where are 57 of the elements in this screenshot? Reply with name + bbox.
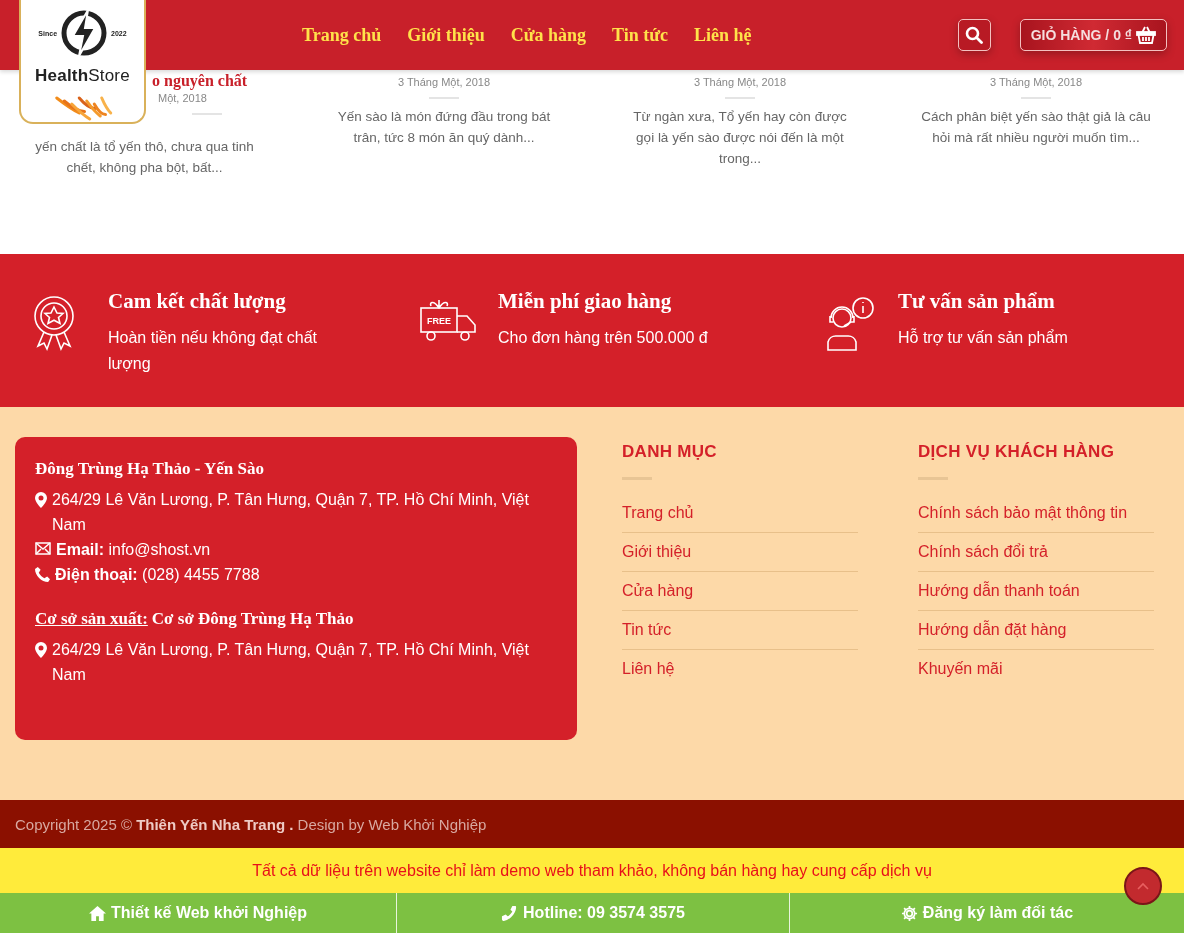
post-excerpt: Yến sào là món đứng đầu trong bát trân, tức 8 món ăn quý dành... [336,108,552,147]
footer-link[interactable]: Chính sách đổi trả [918,533,1154,572]
nav-link[interactable]: Tin tức [612,24,668,46]
search-button[interactable] [957,19,991,51]
cart-button[interactable]: GIỎ HÀNG / 0 ₫ [1019,19,1167,51]
footer-link[interactable]: Hướng dẫn thanh toán [918,572,1154,611]
pin-icon [35,642,47,658]
post-date: 3 Tháng Một, 2018 [989,75,1083,89]
footer-link[interactable]: Chính sách bảo mật thông tin [918,494,1154,533]
bottom-bar-link[interactable]: Đăng ký làm đối tác [789,893,1184,933]
nav-link[interactable]: Trang chủ [302,24,382,46]
pin-icon [35,492,47,508]
bottom-bar-link[interactable]: Hotline: 09 3574 3575 [396,893,789,933]
post-excerpt: yến chất là tổ yến thô, chưa qua tinh chết, không pha bột, bất... [34,138,255,177]
post-date: 3 Tháng Một, 2018 [693,75,787,89]
phone-text: Điện thoại: (028) 4455 7788 [55,565,260,585]
feature-description: Hoàn tiền nếu không đạt chất lượng [108,328,319,374]
footer-link[interactable]: Trang chủ [622,494,858,533]
feature-title: Cam kết chất lượng [108,290,287,312]
nav-link[interactable]: Liên hệ [694,24,752,46]
post-excerpt: Cách phân biệt yến sào thật giả là câu hỏi mà rất nhiều người muốn tìm... [920,108,1152,147]
post-title[interactable]: o nguyên chất [152,72,248,90]
feature-description: Cho đơn hàng trên 500.000 đ [498,328,709,348]
factory-name: Cơ sở Đông Trùng Hạ Thảo [151,609,354,629]
footer-link[interactable]: Giới thiệu [622,533,858,572]
post-date: 3 Tháng Một, 2018 [397,75,491,89]
footer-link[interactable]: Liên hệ [622,650,858,688]
nav-link[interactable]: Giới thiệu [407,24,485,46]
menu-heading: DỊCH VỤ KHÁCH HÀNG [918,442,1116,462]
nav-link[interactable]: Cửa hàng [510,24,586,46]
back-to-top-button[interactable] [1124,867,1162,905]
copyright-text: Copyright 2025 © Thiên Yến Nha Trang . Design by Web Khởi Nghiệp [15,815,487,833]
email-text: Email: info@shost.vn [56,540,211,560]
gear-icon [900,904,918,922]
envelope-icon [35,542,51,555]
footer-link[interactable]: Khuyến mãi [918,650,1154,688]
feature-title: Tư vấn sản phẩm [898,290,1056,312]
phone-icon [35,567,50,582]
feature-description: Hỗ trợ tư vấn sản phẩm [898,327,1069,348]
company-name: Đông Trùng Hạ Thảo - Yến Sào [35,459,265,479]
menu-heading: DANH MỤC [622,442,718,462]
phone-icon [501,904,519,922]
footer-link[interactable]: Tin tức [622,611,858,650]
logo-wordmark: HealthStore [35,66,130,86]
footer-link[interactable]: Cửa hàng [622,572,858,611]
search-icon [965,26,984,44]
post-date: Một, 2018 [158,91,207,105]
footer-link[interactable]: Hướng dẫn đặt hàng [918,611,1154,650]
factory-label: Cơ sở sản xuất: [35,609,148,629]
address-text: 264/29 Lê Văn Lương, P. Tân Hưng, Quận 7, TP. Hồ Chí Minh, Việt Nam [52,640,530,685]
home-icon [89,904,106,922]
feature-title: Miễn phí giao hàng [498,290,673,312]
basket-icon [1136,26,1156,44]
caret-up-icon [1137,882,1149,890]
bottom-bar-link[interactable]: Thiết kế Web khởi Nghiệp [0,893,396,933]
post-excerpt: Từ ngàn xưa, Tổ yến hay còn được gọi là yến sào được nói đến là một trong... [632,108,848,168]
notice-text: Tất cả dữ liệu trên website chỉ làm demo web tham khảo, không bán hàng hay cung cấp dịch vụ [252,861,932,880]
